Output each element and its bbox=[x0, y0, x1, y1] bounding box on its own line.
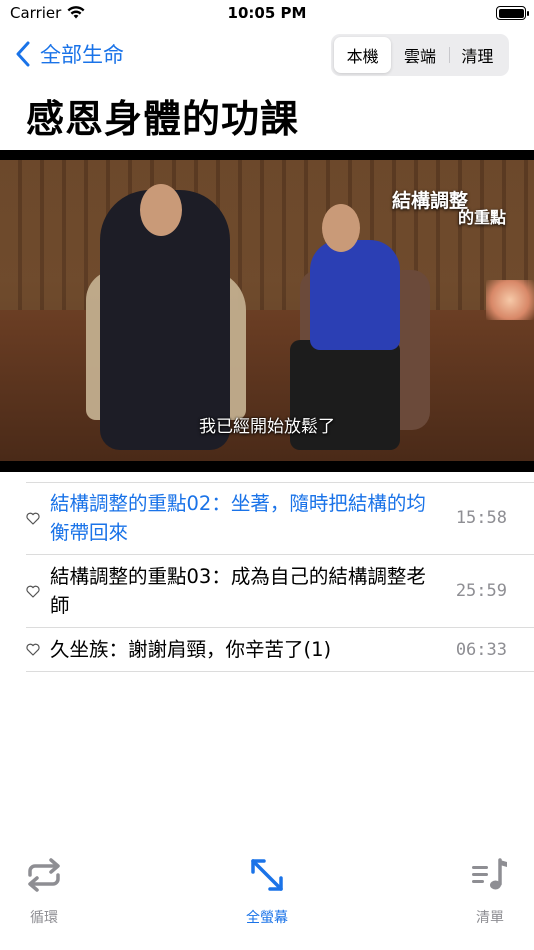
battery-icon bbox=[496, 6, 529, 20]
page-title: 感恩身體的功課 bbox=[26, 97, 300, 141]
status-time: 10:05 PM bbox=[227, 4, 307, 22]
student-figure bbox=[310, 240, 400, 350]
track-duration: 06:33 bbox=[455, 639, 507, 660]
tab-playlist-label: 清單 bbox=[476, 910, 504, 926]
back-button[interactable]: 全部生命 bbox=[16, 38, 124, 70]
track-duration: 25:59 bbox=[455, 581, 507, 601]
segment-cleanup[interactable]: 清理 bbox=[448, 37, 506, 73]
heart-outline-icon[interactable] bbox=[26, 585, 50, 598]
segment-local[interactable]: 本機 bbox=[334, 37, 392, 73]
salt-lamp bbox=[486, 280, 534, 320]
instructor-head bbox=[140, 184, 182, 236]
heart-outline-icon[interactable] bbox=[26, 512, 50, 525]
track-list: 結構調整的重點02：坐著，隨時把結構的均衡帶回來 15:58 結構調整的重點03… bbox=[0, 482, 534, 672]
tab-loop-label: 循環 bbox=[30, 910, 58, 926]
heart-outline-icon[interactable] bbox=[26, 643, 50, 656]
video-floor bbox=[0, 310, 534, 461]
video-background-wall bbox=[0, 160, 534, 310]
tab-fullscreen[interactable]: 全螢幕 bbox=[217, 845, 317, 927]
track-duration: 15:58 bbox=[455, 508, 507, 528]
music-list-icon bbox=[472, 858, 507, 890]
expand-arrows-icon bbox=[251, 859, 283, 891]
chevron-left-icon bbox=[16, 41, 30, 67]
tab-loop[interactable]: 循環 bbox=[0, 845, 94, 927]
list-item[interactable]: 久坐族：謝謝肩頸，你辛苦了(1) 06:33 bbox=[26, 628, 534, 672]
storage-segmented-control[interactable]: 本機 雲端 清理 bbox=[331, 34, 509, 76]
list-item[interactable]: 結構調整的重點03：成為自己的結構調整老師 25:59 bbox=[26, 555, 534, 628]
student-head bbox=[322, 204, 360, 252]
segment-cloud[interactable]: 雲端 bbox=[391, 37, 448, 73]
video-player[interactable]: 結構調整 的重點 我已經開始放鬆了 bbox=[0, 150, 534, 472]
video-caption: 我已經開始放鬆了 bbox=[199, 417, 335, 437]
video-frame: 結構調整 的重點 我已經開始放鬆了 bbox=[0, 160, 534, 461]
repeat-icon bbox=[28, 858, 60, 892]
list-item[interactable]: 結構調整的重點02：坐著，隨時把結構的均衡帶回來 15:58 bbox=[26, 482, 534, 555]
tab-fullscreen-label: 全螢幕 bbox=[246, 910, 288, 926]
tab-playlist[interactable]: 清單 bbox=[440, 845, 534, 927]
tab-bar: 循環 全螢幕 清單 bbox=[0, 845, 534, 950]
video-overlay-subtitle: 的重點 bbox=[457, 208, 506, 227]
back-label: 全部生命 bbox=[40, 43, 124, 67]
track-title: 結構調整的重點02：坐著，隨時把結構的均衡帶回來 bbox=[50, 492, 426, 544]
track-title: 結構調整的重點03：成為自己的結構調整老師 bbox=[50, 565, 426, 617]
status-bar: Carrier 10:05 PM bbox=[0, 0, 534, 28]
track-title: 久坐族：謝謝肩頸，你辛苦了(1) bbox=[50, 638, 332, 661]
video-overlay-title: 結構調整 bbox=[391, 190, 468, 212]
